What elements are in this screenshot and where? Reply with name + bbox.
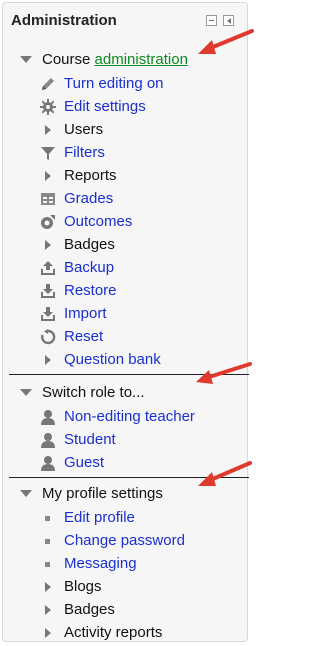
menu-item-label: Turn editing on bbox=[64, 75, 164, 92]
menu-item-label: Question bank bbox=[64, 351, 161, 368]
menu-item-label: Guest bbox=[64, 454, 105, 471]
bullet-icon bbox=[45, 539, 50, 544]
triangle-right-icon bbox=[45, 355, 51, 365]
menu-item-label: Reset bbox=[64, 328, 104, 345]
menu-item-label: Edit profile bbox=[64, 509, 135, 526]
section-label: Switch role to... bbox=[42, 384, 145, 401]
import-icon bbox=[41, 307, 55, 321]
menu-item-label: Grades bbox=[64, 190, 114, 207]
user-icon bbox=[41, 433, 55, 448]
pencil-icon bbox=[42, 78, 54, 90]
bullet-icon bbox=[45, 562, 50, 567]
menu-item-label: Activity reports bbox=[64, 624, 163, 641]
triangle-right-icon bbox=[45, 240, 51, 250]
restore-download-icon bbox=[41, 284, 55, 298]
block-title: Administration bbox=[11, 12, 117, 29]
section-label: My profile settings bbox=[42, 485, 163, 502]
course-administration-link[interactable]: administration bbox=[95, 51, 188, 68]
menu-item-label: Blogs bbox=[64, 578, 102, 595]
menu-item-label: Student bbox=[64, 431, 116, 448]
annotation-arrow-icon bbox=[198, 461, 252, 486]
triangle-down-icon bbox=[20, 56, 32, 63]
gear-icon bbox=[40, 99, 56, 115]
triangle-down-icon bbox=[20, 490, 32, 497]
bullet-icon bbox=[45, 516, 50, 521]
section-label: Course administration bbox=[42, 51, 188, 68]
annotation-arrow-icon bbox=[198, 29, 254, 54]
triangle-right-icon bbox=[45, 582, 51, 592]
triangle-right-icon bbox=[45, 628, 51, 638]
menu-item-label: Messaging bbox=[64, 555, 137, 572]
menu-item-label: Outcomes bbox=[64, 213, 133, 230]
menu-item-label: Restore bbox=[64, 282, 117, 299]
menu-item-label: Filters bbox=[64, 144, 105, 161]
menu-item-label: Users bbox=[64, 121, 104, 138]
backup-upload-icon bbox=[41, 261, 55, 275]
filter-icon bbox=[41, 147, 55, 160]
minus-icon[interactable] bbox=[206, 15, 217, 26]
grades-table-icon bbox=[41, 193, 55, 205]
user-icon bbox=[41, 456, 55, 471]
user-icon bbox=[41, 410, 55, 425]
menu-item-label: Non-editing teacher bbox=[64, 408, 195, 425]
triangle-right-icon bbox=[45, 171, 51, 181]
triangle-right-icon bbox=[45, 605, 51, 615]
menu-item-label: Backup bbox=[64, 259, 115, 276]
menu-item-label: Badges bbox=[64, 236, 115, 253]
annotation-arrow-icon bbox=[196, 362, 252, 384]
menu-item-label: Import bbox=[64, 305, 107, 322]
triangle-down-icon bbox=[20, 389, 32, 396]
menu-item-label: Reports bbox=[64, 167, 117, 184]
triangle-right-icon bbox=[45, 125, 51, 135]
reset-icon bbox=[40, 329, 56, 345]
outcomes-icon bbox=[41, 215, 55, 229]
menu-item-label: Edit settings bbox=[64, 98, 146, 115]
dock-icon[interactable] bbox=[223, 15, 234, 26]
menu-item-label: Change password bbox=[64, 532, 185, 549]
menu-item-label: Badges bbox=[64, 601, 115, 618]
